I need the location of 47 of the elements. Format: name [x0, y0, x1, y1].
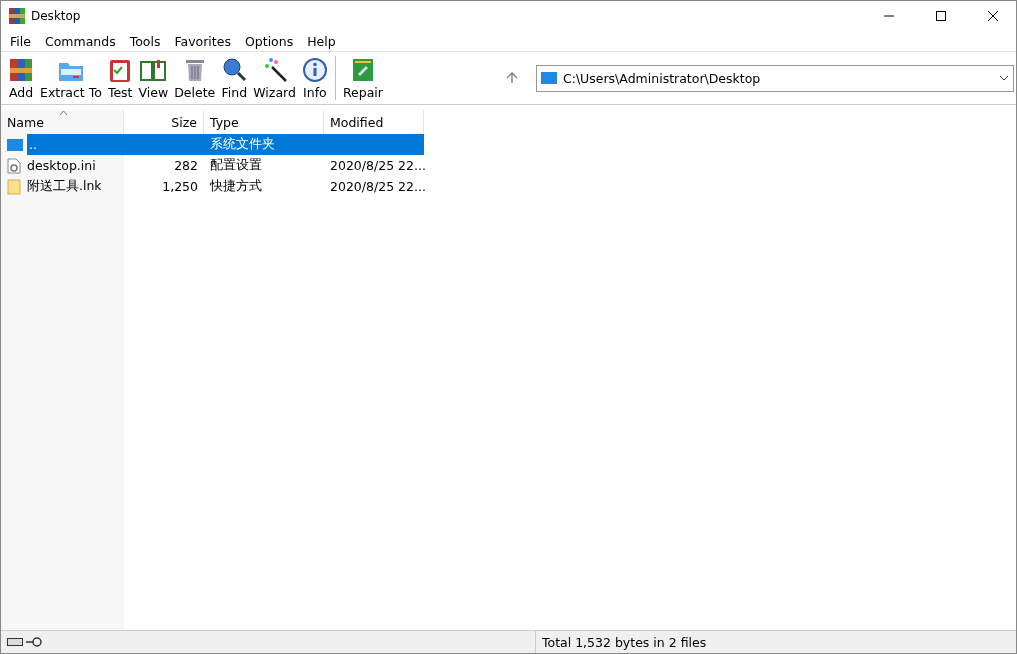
address-text: C:\Users\Administrator\Desktop — [562, 70, 762, 86]
key-icon — [26, 637, 42, 647]
chevron-down-icon[interactable] — [999, 75, 1009, 81]
drive-icon — [7, 638, 23, 646]
toolbar-button[interactable]: Wizard — [250, 54, 299, 102]
size-cell-text: 1,250 — [161, 178, 199, 196]
window-title: Desktop — [31, 9, 82, 23]
type-cell: 系统文件夹 — [204, 134, 324, 155]
close-icon — [988, 11, 998, 21]
status-text: Total 1,532 bytes in 2 files — [541, 634, 707, 650]
file-name: .. — [27, 134, 124, 155]
magnifier-icon — [221, 56, 248, 83]
toolbar-button[interactable]: Repair — [339, 54, 386, 102]
toolbar-button[interactable]: Test — [104, 54, 136, 102]
file-name-cell[interactable]: 附送工具.lnk — [1, 176, 124, 197]
up-arrow-icon[interactable] — [505, 72, 518, 84]
app-logo-icon — [9, 8, 25, 24]
menu-item[interactable]: Options — [237, 33, 301, 49]
size-cell-text: 282 — [173, 157, 199, 175]
file-icon — [7, 178, 21, 195]
sort-caret-icon — [59, 110, 68, 116]
toolbar-button[interactable]: Info — [298, 54, 331, 102]
menu-item[interactable]: Commands — [37, 33, 123, 49]
toolbar-button[interactable]: Extract To — [37, 54, 105, 102]
book-icon — [350, 56, 375, 83]
address-field[interactable]: C:\Users\Administrator\Desktop — [535, 64, 1014, 92]
menu-item[interactable]: File — [3, 33, 38, 49]
file-name: desktop.ini — [26, 157, 96, 175]
toolbar-button[interactable]: Add — [5, 54, 37, 102]
gear-file-icon — [7, 157, 21, 174]
type-cell-text: 配置设置 — [209, 156, 263, 174]
toolbar-button[interactable]: View — [135, 54, 172, 102]
books-stack-icon — [8, 56, 34, 83]
monitor-icon — [540, 72, 557, 84]
file-name-cell[interactable]: desktop.ini — [1, 155, 124, 176]
maximize-icon — [936, 11, 946, 21]
type-cell-text: 快捷方式 — [209, 177, 263, 195]
file-name: 附送工具.lnk — [26, 177, 102, 195]
file-name-cell[interactable]: .. — [1, 134, 124, 155]
info-icon — [301, 56, 328, 83]
menu-item[interactable]: Help — [300, 33, 343, 49]
menu-item[interactable]: Tools — [122, 33, 168, 49]
toolbar-button[interactable]: Delete — [171, 54, 219, 102]
modified-cell-text: 2020/8/25 22... — [329, 157, 424, 175]
modified-cell-text: 2020/8/25 22... — [329, 178, 424, 196]
toolbar-button[interactable]: Find — [218, 54, 251, 102]
menu-item[interactable]: Favorites — [167, 33, 238, 49]
